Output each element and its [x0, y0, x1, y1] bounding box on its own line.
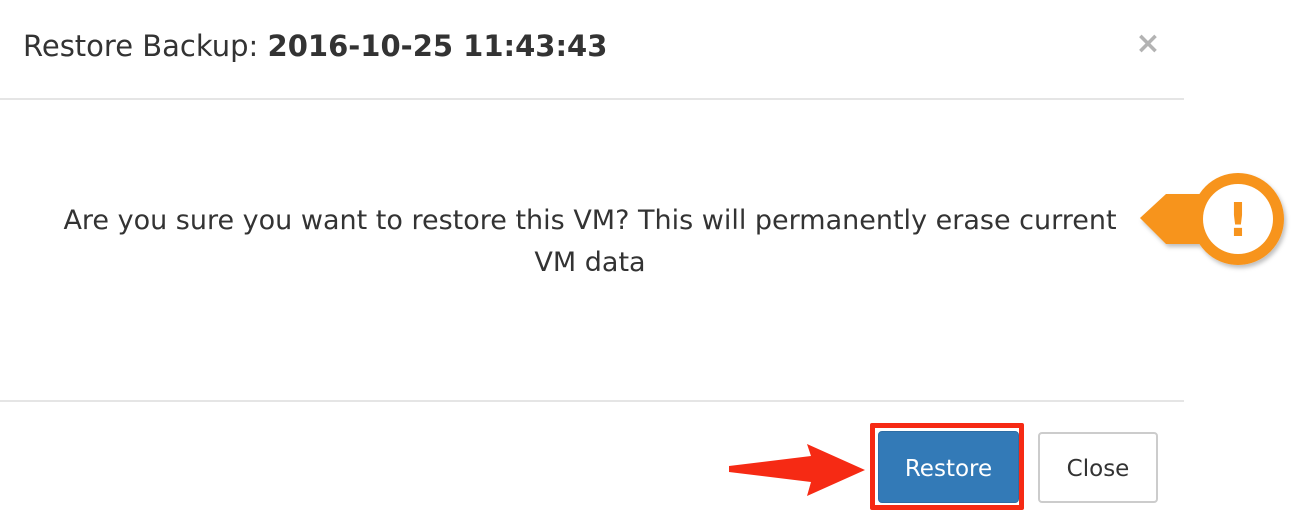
dialog-title-prefix: Restore Backup:: [23, 29, 268, 63]
confirmation-message: Are you sure you want to restore this VM…: [63, 205, 1117, 278]
close-icon[interactable]: ×: [1135, 26, 1161, 62]
dialog-title-value: 2016-10-25 11:43:43: [267, 29, 608, 63]
dialog-title: Restore Backup: 2016-10-25 11:43:43: [23, 28, 607, 64]
restore-button[interactable]: Restore: [878, 431, 1019, 503]
warning-symbol: !: [1228, 193, 1249, 247]
warning-callout-icon: !: [1140, 173, 1284, 265]
annotation-arrow-icon: [729, 444, 865, 496]
dialog-header: Restore Backup: 2016-10-25 11:43:43 ×: [0, 0, 1184, 100]
dialog-body: Are you sure you want to restore this VM…: [0, 100, 1184, 400]
close-button[interactable]: Close: [1038, 432, 1158, 503]
restore-backup-dialog: Restore Backup: 2016-10-25 11:43:43 × Ar…: [0, 0, 1184, 524]
